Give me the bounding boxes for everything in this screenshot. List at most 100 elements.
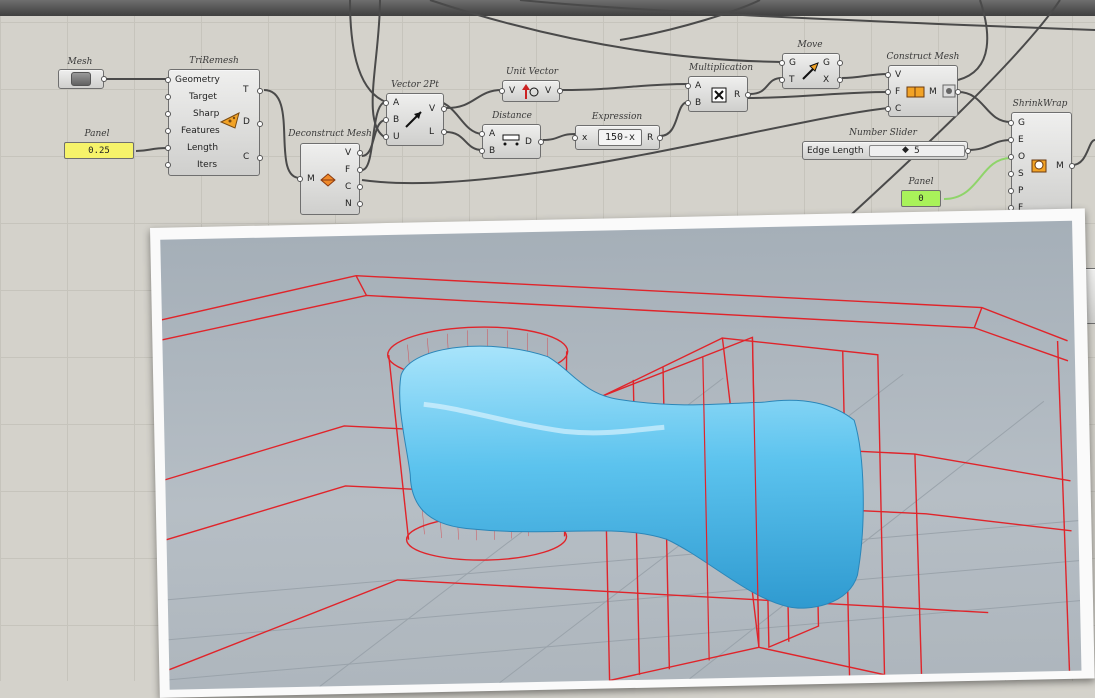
output-grip[interactable] — [257, 88, 263, 94]
port-label: R — [734, 90, 741, 100]
output-grip[interactable] — [1069, 163, 1075, 169]
bounding-box-edge — [355, 275, 368, 296]
output-grip[interactable] — [955, 89, 961, 95]
triremesh-icon — [219, 112, 240, 129]
construct-mesh-title: Construct Mesh — [886, 52, 960, 62]
input-grip[interactable] — [165, 77, 171, 83]
wire — [659, 101, 689, 137]
input-grip[interactable] — [479, 131, 485, 137]
wire — [429, 0, 783, 63]
port-label: T — [243, 85, 249, 95]
expression-text[interactable]: 150-x — [598, 129, 642, 146]
output-grip[interactable] — [557, 88, 563, 94]
expression-component[interactable]: x 150-x R — [572, 125, 663, 150]
output-grip[interactable] — [837, 77, 843, 83]
output-grip[interactable] — [357, 201, 363, 207]
input-grip[interactable] — [685, 100, 691, 106]
port-label: Geometry — [175, 75, 220, 85]
port-label: A — [695, 81, 702, 91]
input-grip[interactable] — [383, 117, 389, 123]
port-label: L — [429, 127, 435, 137]
port-label: G — [823, 58, 830, 68]
slider-value: 5 — [914, 146, 920, 156]
input-grip[interactable] — [779, 60, 785, 66]
output-grip[interactable] — [257, 155, 263, 161]
wire — [967, 139, 1012, 151]
triremesh-title: TriRemesh — [189, 56, 239, 66]
port-label: E — [1018, 135, 1024, 145]
output-grip[interactable] — [357, 167, 363, 173]
port-label: F — [345, 165, 351, 175]
input-grip[interactable] — [165, 94, 171, 100]
input-grip[interactable] — [572, 135, 578, 141]
unit-vector-component[interactable]: V V — [499, 80, 563, 102]
input-grip[interactable] — [165, 145, 171, 151]
input-grip[interactable] — [479, 148, 485, 154]
output-grip[interactable] — [657, 135, 663, 141]
input-grip[interactable] — [885, 89, 891, 95]
port-label: Iters — [197, 160, 218, 170]
port-label: B — [489, 146, 496, 156]
port-label: V — [345, 148, 352, 158]
port-label: X — [823, 75, 830, 85]
input-grip[interactable] — [1008, 171, 1014, 177]
triremesh-component[interactable]: Geometry Target Sharp Features Length It… — [165, 69, 263, 176]
input-grip[interactable] — [1008, 137, 1014, 143]
output-grip[interactable] — [441, 106, 447, 112]
port-label: G — [789, 58, 796, 68]
port-label: P — [1018, 186, 1024, 196]
port-label: D — [525, 137, 532, 147]
input-grip[interactable] — [297, 176, 303, 182]
mesh-param-icon — [71, 72, 91, 86]
input-grip[interactable] — [885, 72, 891, 78]
input-grip[interactable] — [165, 111, 171, 117]
output-grip[interactable] — [965, 148, 971, 154]
input-grip[interactable] — [779, 77, 785, 83]
wire — [561, 83, 689, 91]
output-grip[interactable] — [357, 184, 363, 190]
panel-value-0[interactable]: 0 — [901, 190, 941, 207]
multiplication-component[interactable]: A B R — [685, 76, 751, 112]
number-slider-component[interactable]: Edge Length ◆ 5 — [802, 141, 971, 160]
input-grip[interactable] — [885, 106, 891, 112]
input-grip[interactable] — [1008, 120, 1014, 126]
panel-value-0-25[interactable]: 0.25 — [64, 142, 134, 159]
mesh-param-component[interactable] — [58, 69, 107, 89]
port-label: V — [895, 70, 902, 80]
output-grip[interactable] — [357, 150, 363, 156]
move-component[interactable]: G T G X — [779, 53, 843, 89]
port-label: D — [243, 117, 250, 127]
output-grip[interactable] — [101, 76, 107, 82]
shrinkwrap-component[interactable]: G E O S P F M — [1008, 112, 1075, 218]
slider-track[interactable]: ◆ 5 — [869, 145, 965, 157]
deconstruct-mesh-component[interactable]: M V F C N — [297, 143, 363, 215]
mesh-param-title: Mesh — [67, 57, 93, 67]
input-grip[interactable] — [1008, 188, 1014, 194]
output-grip[interactable] — [837, 60, 843, 66]
input-grip[interactable] — [165, 128, 171, 134]
input-grip[interactable] — [685, 83, 691, 89]
input-grip[interactable] — [499, 88, 505, 94]
output-grip[interactable] — [257, 121, 263, 127]
panel-title: Panel — [84, 129, 110, 139]
input-grip[interactable] — [165, 162, 171, 168]
port-label: U — [393, 132, 400, 142]
input-grip[interactable] — [1008, 154, 1014, 160]
output-grip[interactable] — [745, 92, 751, 98]
port-label: C — [345, 182, 352, 192]
wire-green — [943, 157, 1012, 200]
vector-2pt-component[interactable]: A B U V L — [383, 93, 447, 146]
wire — [542, 133, 576, 141]
port-label: O — [1018, 152, 1026, 162]
construct-mesh-component[interactable]: V F C M — [885, 65, 961, 117]
rhino-3d-viewport[interactable] — [160, 220, 1082, 690]
port-label: R — [647, 133, 654, 143]
output-grip[interactable] — [441, 129, 447, 135]
distance-component[interactable]: A B D — [479, 124, 544, 159]
input-grip[interactable] — [383, 100, 389, 106]
distance-title: Distance — [492, 111, 532, 121]
output-grip[interactable] — [538, 139, 544, 145]
slider-thumb-icon[interactable]: ◆ — [902, 145, 909, 155]
expression-title: Expression — [591, 112, 643, 122]
input-grip[interactable] — [383, 134, 389, 140]
